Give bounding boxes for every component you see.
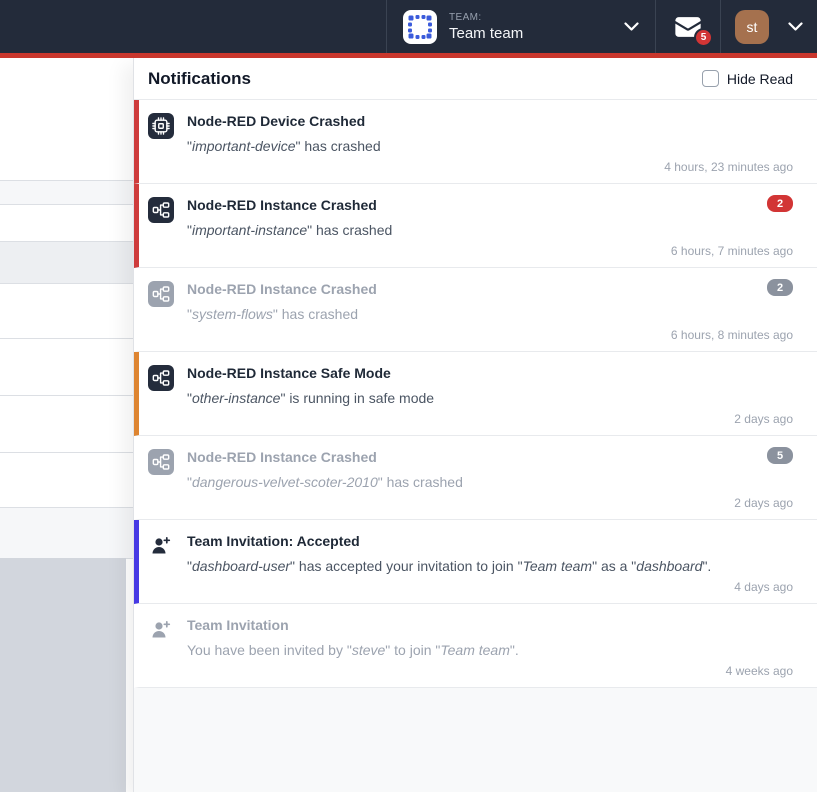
notification-title: Node-RED Device Crashed xyxy=(187,111,381,130)
notification-body: "other-instance" is running in safe mode xyxy=(187,389,434,407)
panel-title: Notifications xyxy=(148,69,251,89)
row-divider xyxy=(0,395,133,396)
user-menu[interactable]: st xyxy=(720,0,817,53)
hide-read-label: Hide Read xyxy=(727,71,793,87)
notification-main: Node-RED Instance Crashed "system-flows"… xyxy=(148,279,793,323)
notification-timestamp: 2 days ago xyxy=(148,496,793,510)
navbar-spacer xyxy=(0,0,386,53)
notification-body: "system-flows" has crashed xyxy=(187,305,377,323)
instance-icon xyxy=(148,281,174,307)
notification-timestamp: 6 hours, 8 minutes ago xyxy=(148,328,793,342)
row-divider xyxy=(0,338,133,339)
background-row xyxy=(0,180,133,204)
notification-item[interactable]: Node-RED Instance Crashed "important-ins… xyxy=(134,184,817,268)
row-divider xyxy=(0,241,133,242)
notification-main: Team Invitation: Accepted "dashboard-use… xyxy=(148,531,793,575)
brand-accent-line xyxy=(0,53,817,58)
row-divider xyxy=(0,283,133,284)
notification-item[interactable]: Node-RED Instance Safe Mode "other-insta… xyxy=(134,352,817,436)
notification-item[interactable]: Node-RED Instance Crashed "system-flows"… xyxy=(134,268,817,352)
notifications-header: Notifications Hide Read xyxy=(134,58,817,100)
notification-main: Node-RED Instance Crashed "important-ins… xyxy=(148,195,793,239)
notification-main: Node-RED Instance Crashed "dangerous-vel… xyxy=(148,447,793,491)
notification-title: Node-RED Instance Crashed xyxy=(187,447,463,466)
notification-main: Team Invitation You have been invited by… xyxy=(148,615,793,659)
notification-body: "dashboard-user" has accepted your invit… xyxy=(187,557,711,575)
notification-title: Team Invitation xyxy=(187,615,519,634)
notifications-button[interactable]: 5 xyxy=(655,0,720,53)
notifications-list: Node-RED Device Crashed "important-devic… xyxy=(134,100,817,688)
notifications-count-badge: 5 xyxy=(694,28,713,47)
team-avatar-icon xyxy=(403,10,437,44)
notification-title: Team Invitation: Accepted xyxy=(187,531,711,550)
notification-body: "important-device" has crashed xyxy=(187,137,381,155)
team-text: TEAM: Team team xyxy=(449,12,624,42)
user-add-icon xyxy=(148,533,174,559)
row-divider xyxy=(0,452,133,453)
notifications-panel: Notifications Hide Read Node-RED Device … xyxy=(133,58,817,792)
team-label: TEAM: xyxy=(449,12,624,23)
notification-timestamp: 4 days ago xyxy=(148,580,793,594)
row-divider xyxy=(0,204,133,205)
instance-icon xyxy=(148,449,174,475)
mail-icon: 5 xyxy=(674,16,702,38)
notification-title: Node-RED Instance Safe Mode xyxy=(187,363,434,382)
notification-timestamp: 6 hours, 7 minutes ago xyxy=(148,244,793,258)
notification-title: Node-RED Instance Crashed xyxy=(187,279,377,298)
chip-icon xyxy=(148,113,174,139)
user-add-icon xyxy=(148,617,174,643)
notification-timestamp: 2 days ago xyxy=(148,412,793,426)
chevron-down-icon xyxy=(788,22,803,32)
row-divider xyxy=(0,180,133,181)
notification-body: "important-instance" has crashed xyxy=(187,221,392,239)
top-navbar: TEAM: Team team 5 st xyxy=(0,0,817,53)
notification-item[interactable]: Node-RED Instance Crashed "dangerous-vel… xyxy=(134,436,817,520)
hide-read-toggle[interactable]: Hide Read xyxy=(702,70,793,87)
user-avatar: st xyxy=(735,10,769,44)
notification-timestamp: 4 hours, 23 minutes ago xyxy=(148,160,793,174)
background-row-selected xyxy=(0,241,133,283)
background-row xyxy=(0,507,133,558)
team-selector[interactable]: TEAM: Team team xyxy=(386,0,655,53)
instance-icon xyxy=(148,365,174,391)
notification-main: Node-RED Instance Safe Mode "other-insta… xyxy=(148,363,793,407)
background-panel xyxy=(0,558,126,792)
notification-count-badge: 2 xyxy=(767,279,793,296)
notification-count-badge: 5 xyxy=(767,447,793,464)
notification-count-badge: 2 xyxy=(767,195,793,212)
notification-item[interactable]: Node-RED Device Crashed "important-devic… xyxy=(134,100,817,184)
notification-body: "dangerous-velvet-scoter-2010" has crash… xyxy=(187,473,463,491)
notification-item[interactable]: Team Invitation You have been invited by… xyxy=(134,604,817,688)
team-name: Team team xyxy=(449,25,624,42)
notification-body: You have been invited by "steve" to join… xyxy=(187,641,519,659)
notification-timestamp: 4 weeks ago xyxy=(148,664,793,678)
row-divider xyxy=(0,507,133,508)
instance-icon xyxy=(148,197,174,223)
hide-read-checkbox[interactable] xyxy=(702,70,719,87)
notification-item[interactable]: Team Invitation: Accepted "dashboard-use… xyxy=(134,520,817,604)
chevron-down-icon xyxy=(624,22,639,32)
notification-title: Node-RED Instance Crashed xyxy=(187,195,392,214)
notification-main: Node-RED Device Crashed "important-devic… xyxy=(148,111,793,155)
